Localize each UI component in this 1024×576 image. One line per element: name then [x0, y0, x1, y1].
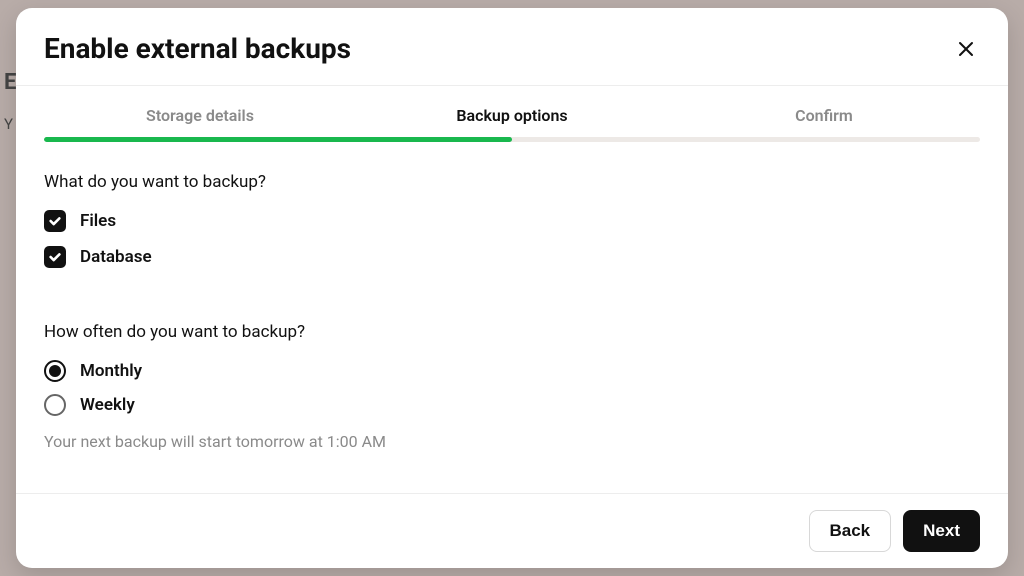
checkbox-files-box [44, 210, 66, 232]
back-button[interactable]: Back [809, 510, 892, 552]
radio-monthly-circle [44, 360, 66, 382]
checkbox-files[interactable]: Files [44, 210, 980, 232]
radio-weekly[interactable]: Weekly [44, 394, 980, 416]
radio-weekly-label: Weekly [80, 395, 135, 415]
progress-fill [44, 137, 512, 142]
progress-track [44, 137, 980, 142]
backup-content-section: What do you want to backup? Files Databa… [44, 172, 980, 282]
step-storage-details[interactable]: Storage details [44, 106, 356, 137]
checkbox-database[interactable]: Database [44, 246, 980, 268]
radio-monthly-label: Monthly [80, 361, 142, 381]
modal-dialog: Enable external backups Storage details … [16, 8, 1008, 568]
checkbox-files-label: Files [80, 211, 116, 231]
step-confirm: Confirm [668, 106, 980, 137]
modal-title: Enable external backups [44, 32, 351, 65]
modal-footer: Back Next [16, 493, 1008, 568]
checkbox-database-box [44, 246, 66, 268]
close-icon [958, 41, 974, 57]
check-icon [48, 250, 62, 264]
radio-monthly[interactable]: Monthly [44, 360, 980, 382]
frequency-section: How often do you want to backup? Monthly… [44, 322, 980, 451]
frequency-question: How often do you want to backup? [44, 322, 980, 342]
modal-header: Enable external backups [16, 8, 1008, 86]
close-button[interactable] [952, 35, 980, 63]
backup-content-question: What do you want to backup? [44, 172, 980, 192]
radio-weekly-circle [44, 394, 66, 416]
radio-dot-icon [49, 365, 61, 377]
next-backup-info: Your next backup will start tomorrow at … [44, 432, 980, 451]
modal-body: Storage details Backup options Confirm W… [16, 86, 1008, 493]
checkbox-database-label: Database [80, 247, 152, 267]
next-button[interactable]: Next [903, 510, 980, 552]
step-backup-options[interactable]: Backup options [356, 106, 668, 137]
wizard-steps: Storage details Backup options Confirm [44, 106, 980, 137]
check-icon [48, 214, 62, 228]
